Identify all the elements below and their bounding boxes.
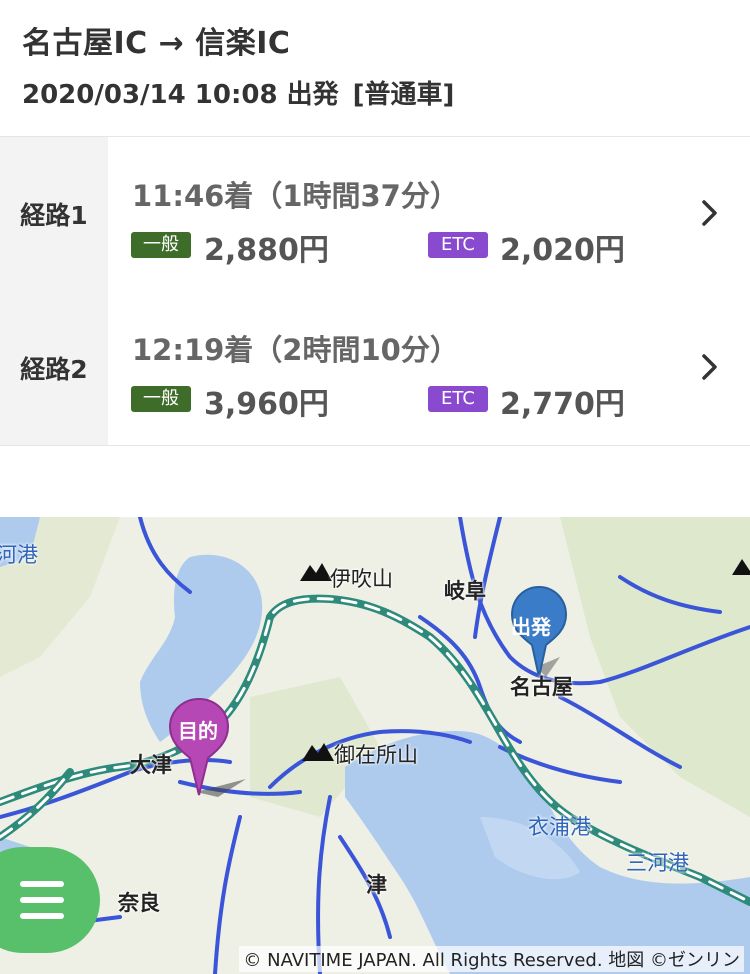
general-price: 2,880円	[204, 233, 329, 268]
chevron-right-icon[interactable]	[698, 349, 722, 385]
route-row-1[interactable]: 経路1 11:46着（1時間37分） 一般 2,880円 ETC 2,020円	[0, 137, 750, 292]
route-label: 経路2	[0, 291, 108, 445]
destination-pin[interactable]: 目的	[178, 715, 218, 744]
map-label-nagoya: 名古屋	[510, 675, 573, 699]
map-label-kinuura: 衣浦港	[528, 815, 591, 839]
route-header: 名古屋IC → 信楽IC 2020/03/14 10:08 出発 [普通車]	[0, 0, 750, 137]
map-label-ibukiyama: 伊吹山	[330, 567, 393, 591]
route-subtitle: 2020/03/14 10:08 出発 [普通車]	[22, 74, 454, 111]
etc-badge: ETC	[428, 386, 488, 412]
route-row-2[interactable]: 経路2 12:19着（2時間10分） 一般 3,960円 ETC 2,770円	[0, 291, 750, 446]
arrival-time: 11:46着（1時間37分）	[132, 179, 459, 213]
arrival-time: 12:19着（2時間10分）	[132, 333, 459, 367]
general-badge: 一般	[131, 386, 191, 412]
map-label-tsu: 津	[366, 873, 387, 897]
etc-badge: ETC	[428, 232, 488, 258]
map-label-gifu: 岐阜	[444, 579, 486, 603]
route-label: 経路1	[0, 137, 108, 291]
map-label-gozaisho: 御在所山	[334, 743, 418, 767]
general-badge: 一般	[131, 232, 191, 258]
route-map[interactable]: 出発 目的 伊吹山 岐阜 名古屋 大津 御在所山 衣浦港 三河港 津 奈良 河港…	[0, 517, 750, 974]
etc-price: 2,020円	[500, 233, 625, 268]
general-price: 3,960円	[204, 387, 329, 422]
vehicle-type: [普通車]	[352, 80, 455, 110]
map-label-mikawa: 三河港	[626, 851, 689, 875]
etc-price: 2,770円	[500, 387, 625, 422]
map-label-kou: 河港	[0, 543, 38, 567]
chevron-right-icon[interactable]	[698, 195, 722, 231]
map-label-otsu: 大津	[130, 753, 172, 777]
departure-datetime: 2020/03/14 10:08 出発	[22, 80, 339, 110]
map-label-nara: 奈良	[118, 891, 160, 915]
map-credit: © NAVITIME JAPAN. All Rights Reserved. 地…	[239, 946, 744, 972]
menu-icon	[20, 881, 64, 887]
route-title: 名古屋IC → 信楽IC	[22, 26, 291, 61]
